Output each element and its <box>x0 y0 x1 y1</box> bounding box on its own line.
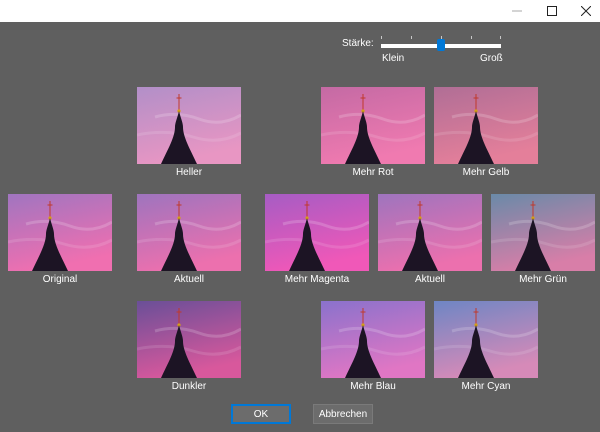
variant-caption: Heller <box>175 167 203 178</box>
variant-original[interactable]: Original <box>8 194 112 285</box>
variant-mehr-blau[interactable]: Mehr Blau <box>321 301 425 392</box>
variant-thumbnail <box>491 194 595 271</box>
spire-photo <box>137 301 241 378</box>
variant-thumbnail <box>265 194 369 271</box>
variant-aktuell-color[interactable]: Aktuell <box>378 194 482 285</box>
variant-heller[interactable]: Heller <box>137 87 241 178</box>
spire-photo <box>321 87 425 164</box>
variant-caption: Mehr Grün <box>519 274 567 285</box>
variant-caption: Original <box>42 274 78 285</box>
variant-thumbnail <box>137 87 241 164</box>
title-bar <box>0 0 600 22</box>
variant-caption: Mehr Rot <box>352 167 394 178</box>
variant-dunkler[interactable]: Dunkler <box>137 301 241 392</box>
variant-thumbnail <box>137 301 241 378</box>
minimize-button[interactable] <box>500 0 534 22</box>
variant-thumbnail <box>321 87 425 164</box>
slider-tick <box>411 36 412 39</box>
variant-mehr-magenta[interactable]: Mehr Magenta <box>265 194 369 285</box>
spire-photo <box>265 194 369 271</box>
close-icon <box>581 6 591 16</box>
variant-aktuell-brightness[interactable]: Aktuell <box>137 194 241 285</box>
variant-caption: Mehr Gelb <box>462 167 510 178</box>
variant-thumbnail <box>434 301 538 378</box>
spire-photo <box>434 301 538 378</box>
slider-tick <box>471 36 472 39</box>
variant-mehr-gruen[interactable]: Mehr Grün <box>491 194 595 285</box>
spire-photo <box>434 87 538 164</box>
spire-photo <box>321 301 425 378</box>
variant-thumbnail <box>8 194 112 271</box>
maximize-button[interactable] <box>535 0 569 22</box>
spire-photo <box>137 194 241 271</box>
variant-caption: Aktuell <box>414 274 445 285</box>
spire-photo <box>378 194 482 271</box>
close-button[interactable] <box>569 0 600 22</box>
variant-caption: Mehr Cyan <box>461 381 511 392</box>
variant-thumbnail <box>137 194 241 271</box>
maximize-icon <box>547 6 557 16</box>
variant-caption: Mehr Magenta <box>284 274 350 285</box>
variant-mehr-cyan[interactable]: Mehr Cyan <box>434 301 538 392</box>
slider-tick <box>381 36 382 39</box>
spire-photo <box>491 194 595 271</box>
slider-tick <box>500 36 501 39</box>
strength-max-label: Groß <box>480 53 503 64</box>
strength-slider-thumb[interactable] <box>437 39 445 51</box>
minimize-icon <box>512 10 522 12</box>
cancel-button[interactable]: Abbrechen <box>313 404 373 424</box>
variant-mehr-rot[interactable]: Mehr Rot <box>321 87 425 178</box>
spire-photo <box>137 87 241 164</box>
variant-thumbnail <box>434 87 538 164</box>
strength-label: Stärke: <box>342 38 374 49</box>
variant-caption: Dunkler <box>171 381 207 392</box>
variant-caption: Mehr Blau <box>350 381 396 392</box>
variant-thumbnail <box>321 301 425 378</box>
ok-button[interactable]: OK <box>231 404 291 424</box>
variant-thumbnail <box>378 194 482 271</box>
variant-caption: Aktuell <box>173 274 204 285</box>
strength-min-label: Klein <box>382 53 405 64</box>
variant-mehr-gelb[interactable]: Mehr Gelb <box>434 87 538 178</box>
spire-photo <box>8 194 112 271</box>
